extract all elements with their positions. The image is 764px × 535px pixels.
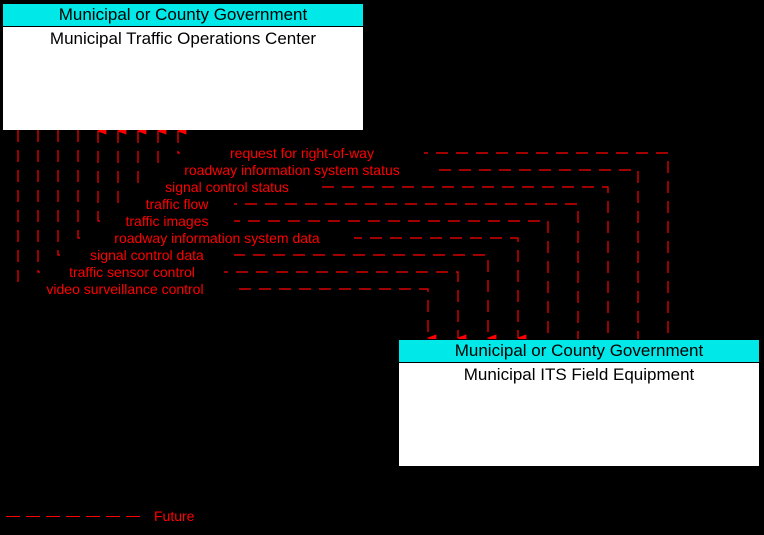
node-field-equipment-header: Municipal or County Government — [399, 340, 759, 363]
flow-label: signal control status — [140, 180, 314, 194]
node-ops-center: Municipal or County Government Municipal… — [2, 3, 364, 130]
flow-label: roadway information system status — [150, 163, 434, 177]
flow-label: video surveillance control — [18, 282, 232, 296]
flow-label: roadway information system data — [80, 231, 354, 245]
diagram-canvas: Municipal or County Government Municipal… — [0, 0, 764, 535]
legend: Future — [6, 508, 194, 524]
node-ops-center-header: Municipal or County Government — [3, 4, 363, 27]
legend-line-icon — [6, 516, 140, 517]
flow-label: request for right-of-way — [180, 146, 424, 160]
node-field-equipment: Municipal or County Government Municipal… — [398, 339, 760, 466]
node-ops-center-body: Municipal Traffic Operations Center — [3, 27, 363, 130]
flow-label: signal control data — [60, 248, 234, 262]
node-field-equipment-body: Municipal ITS Field Equipment — [399, 363, 759, 466]
flow-label: traffic images — [100, 214, 234, 228]
flow-label: traffic sensor control — [40, 265, 224, 279]
flow-label: traffic flow — [120, 197, 234, 211]
legend-label: Future — [154, 508, 194, 524]
